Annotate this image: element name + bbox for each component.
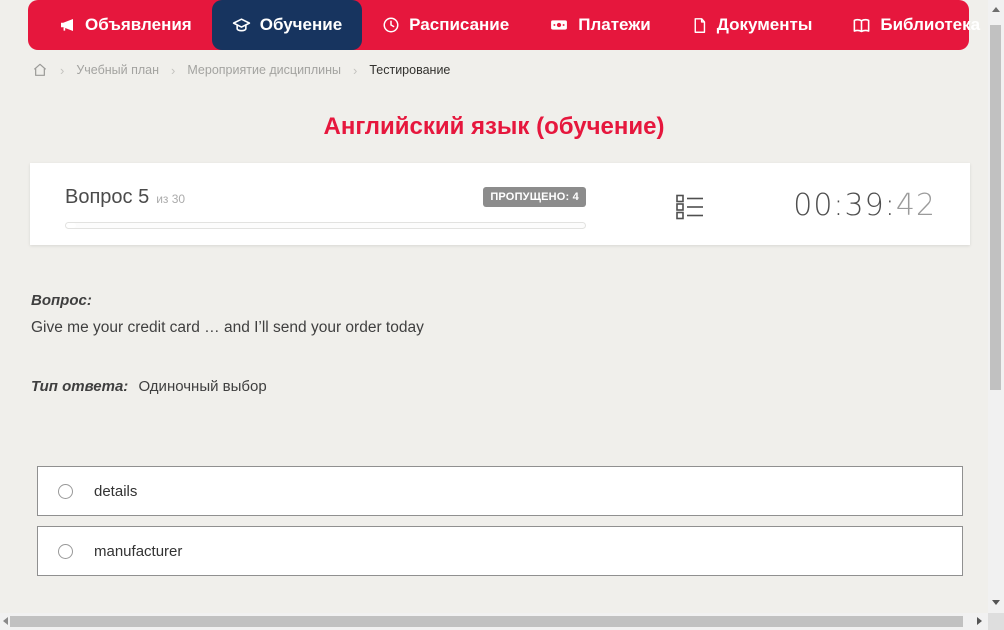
radio-button-icon[interactable] (58, 483, 73, 499)
answer-option-details[interactable]: details (37, 466, 963, 516)
countdown-timer: 00:39:42 (793, 188, 936, 223)
vertical-scrollbar[interactable] (988, 0, 1004, 613)
answer-option-label: details (94, 482, 138, 500)
scroll-up-arrow-icon[interactable] (992, 7, 1000, 12)
main-navigation: Объявления Обучение Расписание Платежи Д… (28, 0, 1004, 50)
nav-item-label: Библиотека (880, 15, 981, 34)
book-icon (852, 16, 871, 35)
vertical-scrollbar-thumb[interactable] (990, 25, 1001, 390)
graduation-cap-icon (232, 16, 251, 35)
answer-option-manufacturer[interactable]: manufacturer (37, 526, 963, 576)
question-list-icon (676, 194, 704, 225)
page-title: Английский язык (обучение) (323, 113, 665, 140)
timer-seconds: 42 (895, 188, 936, 223)
scrollbar-corner (988, 613, 1004, 630)
breadcrumb-current-testing: Тестирование (369, 63, 451, 77)
nav-item-library[interactable]: Библиотека (832, 0, 1004, 50)
nav-item-label: Расписание (409, 15, 510, 34)
question-progress-block: Вопрос 5 из 30 ПРОПУЩЕНО: 4 (65, 186, 586, 229)
answer-type-label: Тип ответа: (31, 378, 129, 395)
answer-option-label: manufacturer (94, 542, 183, 560)
breadcrumb-link-discipline-event[interactable]: Мероприятие дисциплины (187, 63, 341, 77)
banknote-icon (549, 15, 569, 35)
megaphone-icon (58, 16, 76, 34)
nav-item-payments[interactable]: Платежи (529, 0, 671, 50)
question-total: из 30 (156, 192, 186, 206)
question-text: Give me your credit card … and I’ll send… (31, 319, 424, 336)
nav-item-learning[interactable]: Обучение (211, 0, 363, 50)
scroll-right-arrow-icon[interactable] (977, 617, 982, 625)
answer-type-row: Тип ответа: Одиночный выбор (31, 378, 267, 395)
question-list-button[interactable] (676, 193, 704, 226)
question-progress-bar (65, 222, 586, 229)
nav-item-announcements[interactable]: Объявления (38, 0, 212, 50)
nav-item-label: Объявления (85, 15, 192, 34)
scroll-down-arrow-icon[interactable] (992, 600, 1000, 605)
answer-type-value: Одиночный выбор (138, 378, 267, 395)
breadcrumb-separator-icon: › (60, 62, 65, 78)
clock-icon (382, 16, 400, 34)
nav-item-documents[interactable]: Документы (671, 0, 833, 50)
question-progress-fill (66, 223, 77, 228)
question-heading: Вопрос: (31, 292, 92, 309)
horizontal-scrollbar-thumb[interactable] (10, 616, 963, 627)
question-body: Вопрос: Give me your credit card … and I… (31, 292, 961, 337)
scroll-left-arrow-icon[interactable] (3, 617, 8, 625)
radio-button-icon[interactable] (58, 543, 73, 559)
breadcrumb-link-curriculum[interactable]: Учебный план (76, 63, 159, 77)
question-number: Вопрос 5 (65, 186, 150, 208)
document-icon (691, 17, 708, 34)
nav-item-label: Платежи (578, 15, 651, 34)
nav-item-label: Документы (716, 15, 813, 34)
nav-item-schedule[interactable]: Расписание (362, 0, 529, 50)
home-icon[interactable] (32, 62, 48, 78)
timer-hours-minutes: 00:39: (793, 188, 896, 223)
breadcrumb-separator-icon: › (353, 62, 358, 78)
question-header-card: Вопрос 5 из 30 ПРОПУЩЕНО: 4 00:39:42 (30, 163, 970, 245)
breadcrumb-separator-icon: › (171, 62, 176, 78)
nav-item-label: Обучение (259, 15, 343, 34)
breadcrumb: › Учебный план › Мероприятие дисциплины … (32, 62, 450, 78)
horizontal-scrollbar[interactable] (0, 613, 988, 630)
answer-options: details manufacturer (37, 466, 963, 586)
skipped-badge: ПРОПУЩЕНО: 4 (483, 187, 586, 207)
